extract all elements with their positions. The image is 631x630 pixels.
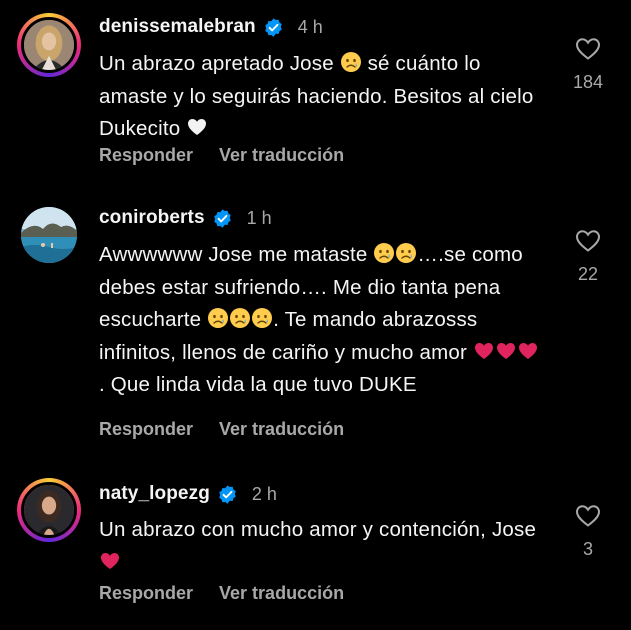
reply-button[interactable]: Responder — [99, 419, 193, 440]
verified-badge-icon — [212, 208, 233, 229]
username[interactable]: coniroberts — [99, 207, 205, 229]
timestamp: 4 h — [297, 16, 323, 37]
crying-face-emoji-icon — [395, 242, 417, 264]
red-heart-emoji-icon — [495, 340, 517, 362]
comment-item: naty_lopezg 2 h Un abrazo con mucho amor… — [0, 468, 631, 630]
red-heart-emoji-icon — [517, 340, 539, 362]
avatar[interactable] — [17, 478, 81, 542]
heart-outline-icon[interactable] — [575, 37, 601, 61]
comment-text: Un abrazo apretado Jose sé cuánto lo ama… — [99, 48, 539, 146]
comment-text: Un abrazo con mucho amor y contención, J… — [99, 514, 539, 579]
beach-landscape-avatar — [21, 207, 77, 263]
like-count: 184 — [572, 72, 604, 92]
comment-text-part: Awwwwww Jose me mataste — [99, 243, 374, 266]
like-count: 3 — [582, 539, 593, 559]
red-heart-emoji-icon — [99, 550, 121, 572]
timestamp: 2 h — [251, 483, 277, 504]
see-translation-button[interactable]: Ver traducción — [219, 583, 344, 604]
username[interactable]: denissemalebran — [99, 16, 256, 38]
avatar[interactable] — [17, 13, 81, 77]
comment-text-part: . Que linda vida la que tuvo DUKE — [99, 373, 417, 396]
white-heart-emoji-icon — [186, 116, 208, 138]
woman-portrait-avatar — [24, 485, 74, 535]
crying-face-emoji-icon — [251, 307, 273, 329]
like-count: 22 — [577, 264, 599, 284]
reply-button[interactable]: Responder — [99, 583, 193, 604]
comment-text: Awwwwww Jose me mataste ….se como debes … — [99, 239, 539, 402]
avatar[interactable] — [17, 203, 81, 267]
see-translation-button[interactable]: Ver traducción — [219, 419, 344, 440]
crying-face-emoji-icon — [229, 307, 251, 329]
verified-badge-icon — [217, 484, 238, 505]
heart-outline-icon[interactable] — [575, 229, 601, 253]
username[interactable]: naty_lopezg — [99, 483, 210, 505]
heart-outline-icon[interactable] — [575, 504, 601, 528]
woman-portrait-avatar — [24, 20, 74, 70]
comment-item: denissemalebran 4 h Un abrazo apretado J… — [0, 0, 631, 190]
see-translation-button[interactable]: Ver traducción — [219, 145, 344, 166]
verified-badge-icon — [263, 17, 284, 38]
comment-text-part: Un abrazo apretado Jose — [99, 52, 340, 75]
comment-item: coniroberts 1 h Awwwwww Jose me mataste … — [0, 190, 631, 460]
crying-face-emoji-icon — [207, 307, 229, 329]
comment-text-part: Un abrazo con mucho amor y contención, J… — [99, 518, 542, 541]
crying-face-emoji-icon — [373, 242, 395, 264]
reply-button[interactable]: Responder — [99, 145, 193, 166]
red-heart-emoji-icon — [473, 340, 495, 362]
crying-face-emoji-icon — [340, 51, 362, 73]
timestamp: 1 h — [246, 207, 272, 228]
